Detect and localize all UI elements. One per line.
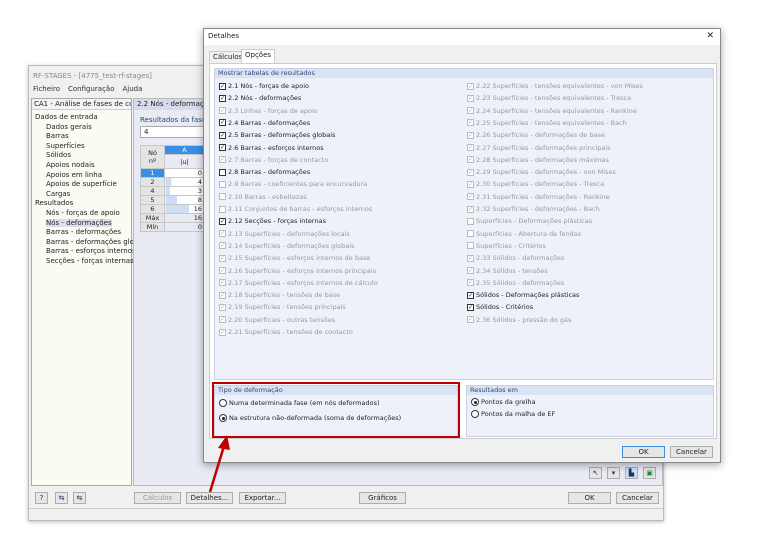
annotation-arrow xyxy=(208,435,230,493)
